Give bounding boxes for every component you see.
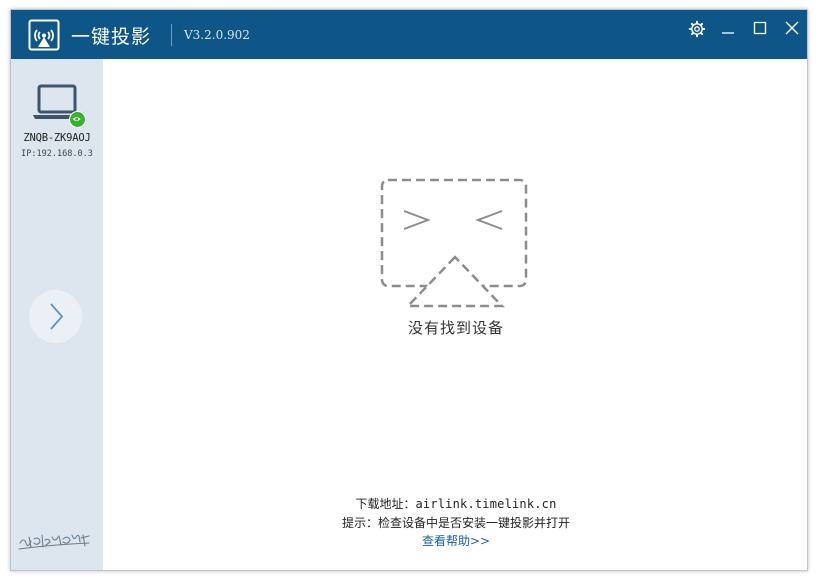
close-icon[interactable] — [781, 18, 803, 40]
app-window: 一键投影 V3.2.0.902 ZNQB-ZK9AOJ IP:192.168.0… — [10, 9, 808, 571]
minimize-icon[interactable] — [717, 18, 739, 40]
device-sidebar: ZNQB-ZK9AOJ IP:192.168.0.3 — [11, 59, 103, 570]
no-device-illustration — [380, 178, 528, 308]
app-version: V3.2.0.902 — [184, 28, 250, 42]
download-address: 下载地址：airlink.timelink.cn — [103, 495, 809, 512]
app-title: 一键投影 — [71, 26, 152, 48]
eye-icon — [69, 111, 86, 128]
install-tip: 提示：检查设备中是否安装一键投影并打开 — [341, 516, 570, 530]
title-bar[interactable]: 一键投影 V3.2.0.902 — [11, 10, 807, 59]
chevron-right-icon — [50, 303, 64, 330]
device-item[interactable]: ZNQB-ZK9AOJ IP:192.168.0.3 — [11, 81, 103, 159]
no-device-message: 没有找到设备 — [407, 319, 504, 337]
download-label: 下载地址： — [355, 497, 416, 511]
device-name: ZNQB-ZK9AOJ — [23, 132, 91, 144]
help-link[interactable]: 查看帮助>> — [103, 532, 809, 549]
laptop-icon — [29, 81, 86, 128]
download-url: airlink.timelink.cn — [415, 497, 557, 511]
app-logo-icon — [28, 19, 60, 51]
title-divider — [171, 24, 172, 46]
maximize-icon[interactable] — [749, 18, 771, 40]
next-device-button[interactable] — [29, 290, 82, 343]
device-ip: IP:192.168.0.3 — [21, 149, 93, 159]
signature-watermark — [18, 534, 90, 550]
settings-gear-icon[interactable] — [686, 18, 708, 40]
